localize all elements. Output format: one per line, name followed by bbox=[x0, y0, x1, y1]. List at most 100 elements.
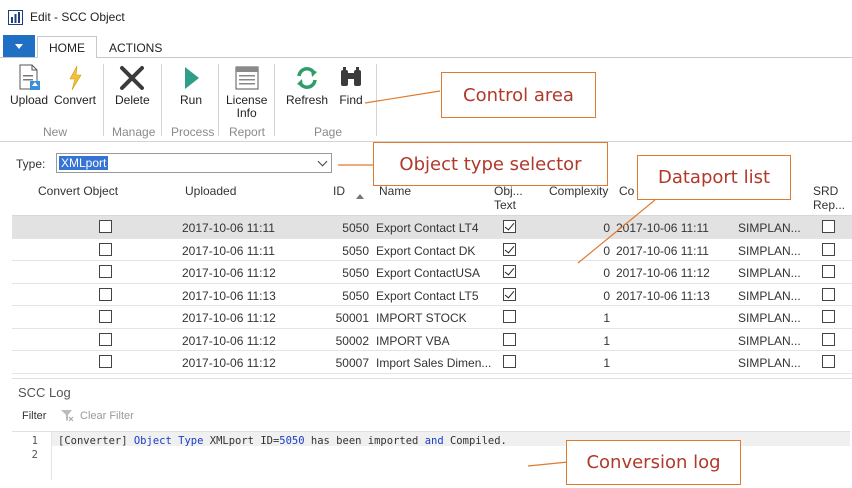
srd-checkbox[interactable] bbox=[822, 287, 835, 301]
obj-text-checkbox[interactable] bbox=[503, 220, 516, 233]
callout-control-area: Control area bbox=[441, 72, 596, 118]
srd-checkbox[interactable] bbox=[822, 355, 835, 368]
ribbon-divider bbox=[274, 64, 275, 136]
name-cell: Export Contact LT4 bbox=[376, 221, 479, 235]
name-cell: Export ContactUSA bbox=[376, 266, 481, 280]
convert-button[interactable]: Convert bbox=[54, 62, 96, 107]
srd-checkbox[interactable] bbox=[822, 310, 835, 323]
line-number-gutter: 1 2 bbox=[12, 432, 52, 480]
object-type-select[interactable]: XMLport bbox=[56, 153, 332, 173]
obj-text-checkbox[interactable] bbox=[503, 242, 516, 256]
srd-checkbox[interactable] bbox=[822, 332, 835, 346]
delete-label: Delete bbox=[115, 93, 150, 107]
obj-text-checkbox[interactable] bbox=[503, 310, 516, 323]
convert-checkbox[interactable] bbox=[99, 355, 112, 368]
col-obj-text-line1[interactable]: Obj... bbox=[494, 185, 523, 198]
upload-icon bbox=[14, 62, 44, 94]
binoculars-icon bbox=[336, 62, 366, 94]
app-icon bbox=[8, 9, 23, 25]
lightning-icon bbox=[60, 62, 90, 94]
dataport-grid: Convert Object Uploaded ID Name Obj... T… bbox=[12, 178, 852, 374]
complexity-cell: 1 bbox=[603, 333, 610, 348]
upload-button[interactable]: Upload bbox=[10, 62, 48, 107]
uploaded-cell: 2017-10-06 11:12 bbox=[182, 266, 276, 280]
col-uploaded[interactable]: Uploaded bbox=[185, 185, 236, 198]
col-name[interactable]: Name bbox=[379, 185, 411, 198]
run-button[interactable]: Run bbox=[176, 62, 206, 107]
srd-checkbox[interactable] bbox=[822, 242, 835, 256]
obj-text-checkbox[interactable] bbox=[503, 355, 516, 368]
tab-home[interactable]: HOME bbox=[37, 36, 97, 59]
filter-button[interactable]: Filter bbox=[22, 410, 46, 422]
table-row[interactable]: 2017-10-06 11:12 5050 Export ContactUSA 0 20… bbox=[12, 261, 852, 284]
table-row[interactable]: 2017-10-06 11:12 50001 IMPORT STOCK 1 SIMPLA… bbox=[12, 306, 852, 329]
run-label: Run bbox=[179, 93, 202, 107]
refresh-button[interactable]: Refresh bbox=[286, 62, 328, 107]
col-obj-text-line2: Text bbox=[494, 198, 517, 212]
convert-checkbox[interactable] bbox=[99, 220, 112, 233]
col-convert-object[interactable]: Convert Object bbox=[38, 185, 118, 198]
convert-checkbox[interactable] bbox=[99, 287, 112, 301]
obj-text-checkbox[interactable] bbox=[503, 287, 516, 301]
col-co[interactable]: Co bbox=[619, 185, 634, 198]
uploaded-cell: 2017-10-06 11:12 bbox=[182, 333, 276, 348]
convert-checkbox[interactable] bbox=[99, 310, 112, 323]
callout-dataport-list: Dataport list bbox=[637, 155, 791, 200]
ribbon-tabs: HOME ACTIONS bbox=[0, 34, 852, 59]
srd-checkbox[interactable] bbox=[822, 220, 835, 233]
uploaded-cell: 2017-10-06 11:12 bbox=[182, 356, 276, 370]
id-cell: 5050 bbox=[342, 288, 369, 303]
scc-log-title: SCC Log bbox=[18, 385, 71, 400]
col-id[interactable]: ID bbox=[333, 185, 345, 198]
complexity-cell: 1 bbox=[603, 311, 610, 325]
convert-checkbox[interactable] bbox=[99, 332, 112, 346]
clear-filter-button[interactable]: Clear Filter bbox=[80, 410, 134, 422]
srd-checkbox[interactable] bbox=[822, 265, 835, 278]
callout-object-type-selector: Object type selector bbox=[373, 142, 608, 186]
log-text: XMLport ID= bbox=[203, 435, 280, 447]
converted-cell: 2017-10-06 11:11 bbox=[616, 221, 709, 235]
tab-actions[interactable]: ACTIONS bbox=[98, 36, 173, 59]
col-srd-line1[interactable]: SRD bbox=[813, 185, 838, 198]
delete-button[interactable]: Delete bbox=[115, 62, 150, 107]
table-row[interactable]: 2017-10-06 11:12 50002 IMPORT VBA 1 SIMPLAN.… bbox=[12, 329, 852, 351]
ribbon-divider bbox=[161, 64, 162, 136]
table-row[interactable]: 2017-10-06 11:13 5050 Export Contact LT5 0 2… bbox=[12, 284, 852, 306]
app-menu-button[interactable] bbox=[3, 35, 35, 57]
obj-text-checkbox[interactable] bbox=[503, 332, 516, 346]
group-label-report: Report bbox=[229, 125, 266, 139]
refresh-label: Refresh bbox=[286, 93, 329, 107]
user-cell: SIMPLAN... bbox=[738, 311, 801, 325]
chevron-down-icon[interactable] bbox=[317, 156, 328, 167]
user-cell: SIMPLAN... bbox=[738, 243, 801, 258]
table-row[interactable]: 2017-10-06 11:11 5050 Export Contact DK 0 20… bbox=[12, 239, 852, 261]
col-complexity[interactable]: Complexity bbox=[549, 185, 608, 198]
license-info-button[interactable]: License Info bbox=[226, 62, 267, 120]
convert-checkbox[interactable] bbox=[99, 242, 112, 256]
name-cell: Export Contact LT5 bbox=[376, 288, 479, 303]
ribbon-divider bbox=[218, 64, 219, 136]
title-bar: Edit - SCC Object bbox=[0, 0, 852, 34]
name-cell: IMPORT STOCK bbox=[376, 311, 467, 325]
refresh-icon bbox=[292, 62, 322, 94]
uploaded-cell: 2017-10-06 11:11 bbox=[182, 243, 275, 258]
log-line: [Converter] Object Type XMLport ID=5050 … bbox=[58, 435, 507, 447]
delete-x-icon bbox=[117, 62, 147, 94]
convert-checkbox[interactable] bbox=[99, 265, 112, 278]
log-keyword: and bbox=[424, 435, 444, 447]
table-row[interactable]: 2017-10-06 11:12 50007 Import Sales Dimen.… bbox=[12, 351, 852, 374]
user-cell: SIMPLAN... bbox=[738, 356, 801, 370]
table-row[interactable]: 2017-10-06 11:11 5050 Export Contact LT4 0 2… bbox=[12, 216, 852, 239]
name-cell: IMPORT VBA bbox=[376, 333, 450, 348]
converted-cell: 2017-10-06 11:12 bbox=[616, 266, 710, 280]
complexity-cell: 0 bbox=[603, 288, 610, 303]
obj-text-checkbox[interactable] bbox=[503, 265, 516, 278]
log-keyword: Object bbox=[133, 435, 172, 447]
log-number: 5050 bbox=[279, 435, 305, 447]
license-info-label-line2: Info bbox=[236, 106, 257, 120]
user-cell: SIMPLAN... bbox=[738, 221, 801, 235]
col-srd-line2: Rep... bbox=[813, 198, 846, 212]
id-cell: 5050 bbox=[342, 243, 369, 258]
callout-conversion-log: Conversion log bbox=[566, 440, 741, 485]
find-button[interactable]: Find bbox=[336, 62, 366, 107]
